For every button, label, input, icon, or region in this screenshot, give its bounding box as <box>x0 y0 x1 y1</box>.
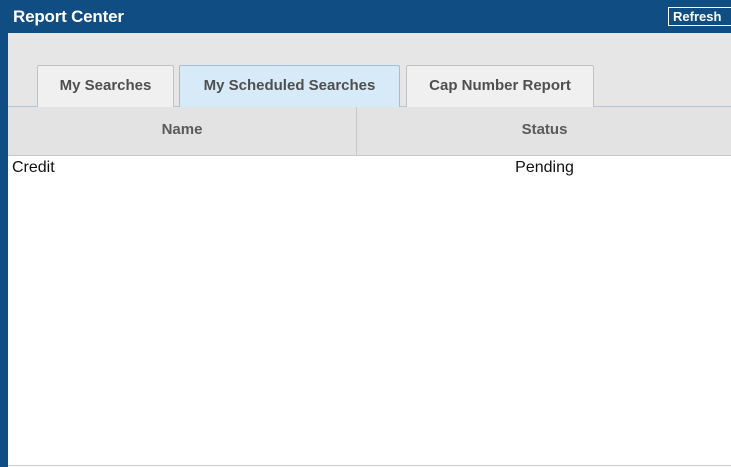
column-header-name[interactable]: Name <box>8 107 357 155</box>
column-header-status[interactable]: Status <box>358 107 731 155</box>
refresh-button[interactable]: Refresh <box>668 7 731 26</box>
report-center-window: Report Center Refresh My Searches My Sch… <box>0 0 731 467</box>
tab-my-searches[interactable]: My Searches <box>37 65 174 107</box>
title-bar: Report Center Refresh <box>8 0 731 33</box>
window-title: Report Center <box>13 7 124 26</box>
tab-my-scheduled-searches[interactable]: My Scheduled Searches <box>179 65 400 108</box>
table-row[interactable]: Credit Pending <box>8 156 731 182</box>
tab-cap-number-report[interactable]: Cap Number Report <box>406 65 594 107</box>
column-divider[interactable] <box>356 107 357 155</box>
bottom-border <box>8 465 731 466</box>
cell-status: Pending <box>515 159 574 176</box>
grid-body: Credit Pending <box>8 156 731 465</box>
tab-strip: My Searches My Scheduled Searches Cap Nu… <box>8 33 731 108</box>
cell-name: Credit <box>12 159 55 176</box>
grid-header: Name Status <box>8 107 731 156</box>
